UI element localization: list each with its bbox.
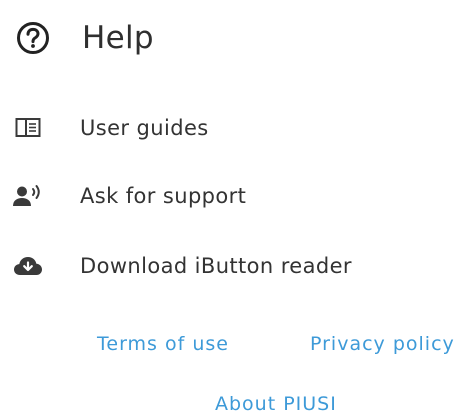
help-header: Help	[14, 16, 154, 60]
menu-item-user-guides[interactable]: User guides	[10, 111, 450, 145]
menu-item-download-ibutton-reader[interactable]: Download iButton reader	[10, 249, 450, 283]
terms-of-use-link[interactable]: Terms of use	[97, 333, 229, 355]
about-piusi-link[interactable]: About PIUSI	[215, 393, 337, 415]
support-person-icon	[10, 181, 46, 211]
privacy-policy-link[interactable]: Privacy policy	[310, 333, 455, 355]
menu-item-ask-for-support[interactable]: Ask for support	[10, 179, 450, 213]
cloud-download-icon	[10, 251, 46, 281]
menu-item-label: Download iButton reader	[80, 254, 352, 278]
help-circle-icon	[14, 19, 52, 57]
page-title: Help	[82, 20, 154, 56]
menu-item-label: Ask for support	[80, 184, 247, 208]
menu-item-label: User guides	[80, 116, 209, 140]
book-icon	[10, 113, 46, 143]
